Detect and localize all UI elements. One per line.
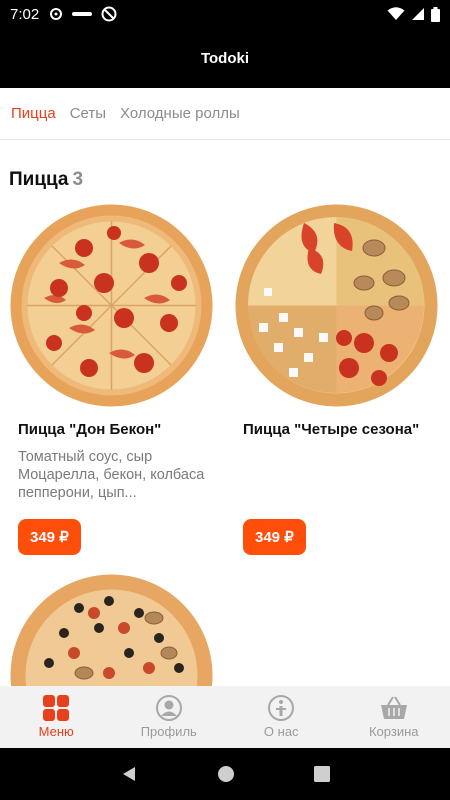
price-button[interactable]: 349 ₽ [18, 519, 81, 555]
product-card-four-seasons[interactable]: Пицца "Четыре сезона" 349 ₽ [234, 203, 439, 555]
profile-icon [155, 695, 182, 721]
section-count: 3 [72, 169, 84, 190]
product-list[interactable]: Пицца 3 Пицца "Дон Бекон" Томатный соус,… [0, 141, 450, 686]
battery-icon [431, 6, 440, 22]
product-card-don-bacon[interactable]: Пицца "Дон Бекон" Томатный соус, сыр Моц… [9, 203, 214, 555]
pizza-olives-mushrooms-image [10, 574, 213, 686]
back-icon[interactable] [120, 765, 138, 783]
basket-icon [380, 696, 407, 719]
product-name: Пицца "Четыре сезона" [243, 421, 420, 438]
section-title: Пицца 3 [9, 169, 83, 191]
nav-cart-label: Корзина [368, 724, 419, 739]
info-icon [268, 695, 295, 721]
bottom-nav: Меню Профиль О нас Корзина [0, 686, 450, 748]
product-name: Пицца "Дон Бекон" [18, 421, 162, 438]
status-time: 7:02 [10, 5, 40, 23]
signal-icon [412, 8, 424, 20]
nav-about-label: О нас [263, 724, 299, 739]
no-sync-icon [101, 6, 117, 22]
nav-about[interactable]: О нас [225, 686, 338, 748]
pizza-four-seasons-image [235, 204, 438, 407]
menu-grid-icon [43, 695, 70, 721]
nav-cart[interactable]: Корзина [338, 686, 450, 748]
tab-sets[interactable]: Сеты [70, 105, 106, 122]
app-notification-icon [72, 12, 93, 16]
app-bar: Todoki [0, 28, 450, 88]
pizza-don-bacon-image [10, 204, 213, 407]
nav-menu[interactable]: Меню [0, 686, 113, 748]
category-tabs: Пицца Сеты Холодные роллы [0, 88, 450, 140]
home-icon[interactable] [217, 765, 235, 783]
product-card-third[interactable] [9, 573, 214, 686]
nav-profile-label: Профиль [140, 724, 197, 739]
nav-menu-label: Меню [38, 724, 74, 739]
system-nav-bar [0, 748, 450, 800]
tab-pizza[interactable]: Пицца [11, 105, 56, 122]
tab-cold-rolls[interactable]: Холодные роллы [120, 105, 240, 122]
notification-icon [50, 8, 63, 20]
recents-icon[interactable] [314, 766, 331, 782]
price-button[interactable]: 349 ₽ [243, 519, 306, 555]
app-title: Todoki [200, 49, 250, 67]
product-description: Томатный соус, сыр Моцарелла, бекон, кол… [18, 449, 205, 501]
section-title-label: Пицца [9, 169, 69, 190]
nav-profile[interactable]: Профиль [113, 686, 226, 748]
status-bar: 7:02 [0, 0, 450, 28]
wifi-icon [387, 7, 405, 20]
